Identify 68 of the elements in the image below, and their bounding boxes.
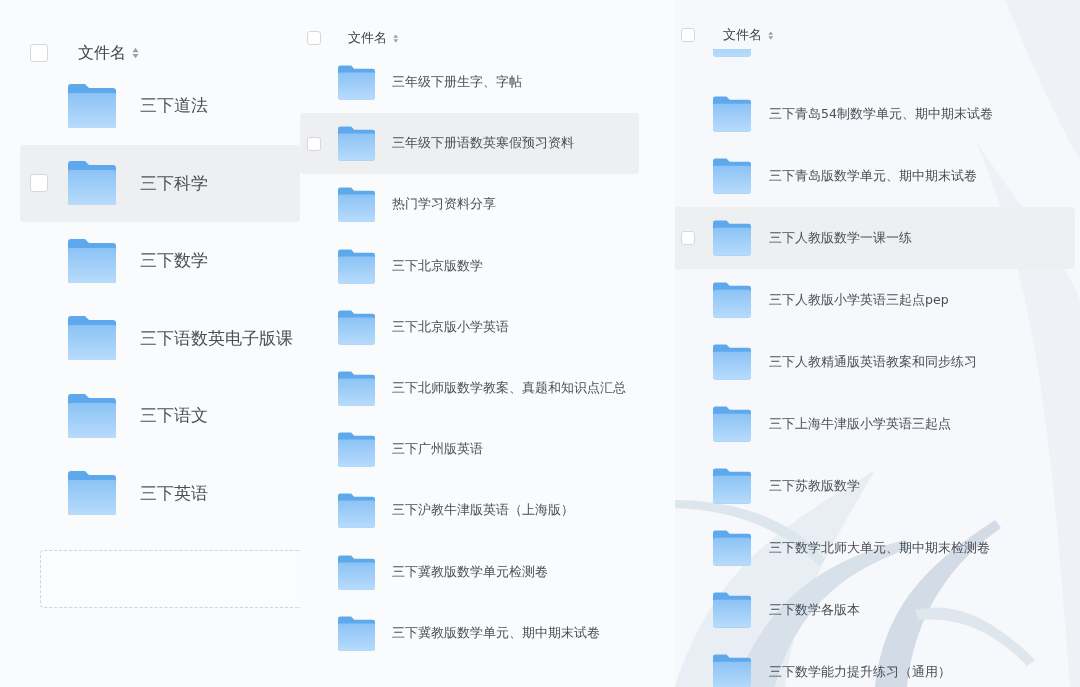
column-header: 文件名 bbox=[348, 29, 387, 47]
folder-name[interactable]: 三下人教版数学一课一练 bbox=[769, 229, 912, 247]
folder-name[interactable]: 三下苏教版数学 bbox=[769, 477, 860, 495]
folder-icon bbox=[338, 493, 375, 529]
select-all-checkbox[interactable] bbox=[30, 44, 48, 62]
folder-icon bbox=[713, 592, 751, 628]
folder-icon bbox=[713, 530, 751, 566]
row-checkbox[interactable] bbox=[681, 231, 695, 245]
folder-name[interactable]: 三下英语 bbox=[140, 481, 208, 505]
folder-icon bbox=[338, 432, 375, 468]
folder-icon bbox=[338, 248, 375, 284]
folder-name[interactable]: 三下语文 bbox=[140, 404, 208, 428]
folder-name[interactable]: 三下数学北师大单元、期中期末检测卷 bbox=[769, 539, 990, 557]
sort-icon[interactable] bbox=[768, 29, 774, 41]
folder-name[interactable]: 三下道法 bbox=[140, 94, 208, 118]
folder-name[interactable]: 三下青岛版数学单元、期中期末试卷 bbox=[769, 167, 977, 185]
folder-name[interactable]: 三下北京版小学英语 bbox=[392, 318, 509, 336]
folder-name[interactable]: 三下沪教牛津版英语（上海版） bbox=[392, 502, 574, 520]
folder-icon bbox=[338, 309, 375, 345]
column-header: 文件名 bbox=[723, 26, 762, 44]
drop-zone[interactable] bbox=[40, 550, 300, 608]
file-row[interactable]: 三年级下册语数英寒假预习资料 bbox=[300, 113, 639, 175]
folder-name[interactable]: 三下科学 bbox=[140, 171, 208, 195]
folder-name[interactable]: 热门学习资料分享 bbox=[392, 196, 496, 214]
folder-icon bbox=[713, 96, 751, 132]
folder-name[interactable]: 三年级下册语数英寒假预习资料 bbox=[392, 135, 574, 153]
folder-name[interactable]: 三下北京版数学 bbox=[392, 257, 483, 275]
folder-name[interactable]: 三下北师版数学教案、真题和知识点汇总 bbox=[392, 380, 626, 398]
folder-icon bbox=[338, 371, 375, 407]
folder-name[interactable]: 三下数学能力提升练习（通用） bbox=[769, 663, 951, 681]
folder-name[interactable]: 三下冀教版数学单元检测卷 bbox=[392, 563, 548, 581]
folder-name[interactable]: 三下数学各版本 bbox=[769, 601, 860, 619]
folder-icon bbox=[713, 468, 751, 504]
folder-icon bbox=[713, 158, 751, 194]
folder-name[interactable]: 三下广州版英语 bbox=[392, 441, 483, 459]
folder-icon bbox=[68, 238, 116, 283]
folder-name[interactable]: 三下人教版小学英语三起点pep bbox=[769, 291, 949, 309]
file-row[interactable]: 三下人教版数学一课一练 bbox=[675, 207, 1075, 269]
select-all-checkbox[interactable] bbox=[681, 28, 695, 42]
folder-icon bbox=[713, 282, 751, 318]
folder-icon bbox=[713, 344, 751, 380]
folder-icon bbox=[338, 554, 375, 590]
folder-name[interactable]: 三年级下册生字、字帖 bbox=[392, 74, 522, 92]
folder-icon bbox=[713, 654, 751, 687]
row-checkbox[interactable] bbox=[30, 174, 48, 193]
folder-name[interactable]: 三下数学 bbox=[140, 249, 208, 273]
column-header: 文件名 bbox=[78, 42, 126, 64]
row-checkbox[interactable] bbox=[307, 137, 321, 151]
folder-icon bbox=[68, 471, 116, 516]
sort-icon[interactable] bbox=[132, 46, 139, 60]
folder-name[interactable]: 三下人教精通版英语教案和同步练习 bbox=[769, 353, 977, 371]
folder-icon bbox=[338, 615, 375, 651]
folder-icon bbox=[68, 83, 116, 128]
folder-icon bbox=[68, 161, 116, 206]
folder-name[interactable]: 三下语数英电子版课 bbox=[140, 326, 293, 350]
file-row[interactable]: 三下科学 bbox=[20, 144, 300, 222]
folder-icon bbox=[68, 316, 116, 361]
folder-name[interactable]: 三下冀教版数学单元、期中期末试卷 bbox=[392, 624, 600, 642]
folder-name[interactable]: 三下上海牛津版小学英语三起点 bbox=[769, 415, 951, 433]
folder-icon bbox=[713, 220, 751, 256]
folder-icon bbox=[338, 187, 375, 223]
folder-icon bbox=[338, 65, 375, 101]
folder-icon bbox=[713, 406, 751, 442]
sort-icon[interactable] bbox=[393, 32, 399, 44]
folder-icon bbox=[338, 126, 375, 162]
folder-icon bbox=[68, 393, 116, 438]
select-all-checkbox[interactable] bbox=[307, 31, 321, 45]
folder-name[interactable]: 三下青岛54制数学单元、期中期末试卷 bbox=[769, 105, 993, 123]
